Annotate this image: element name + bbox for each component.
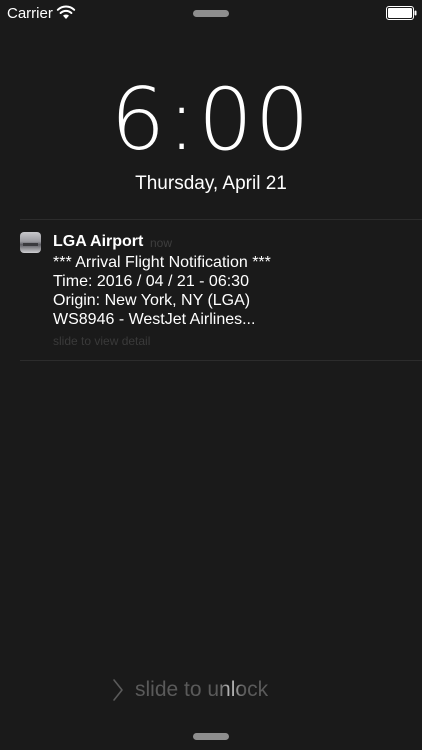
bottom-grabber-handle[interactable]: [193, 733, 229, 740]
carrier-label: Carrier: [7, 5, 53, 22]
notification-body: *** Arrival Flight Notification *** Time…: [53, 253, 271, 329]
lock-date: Thursday, April 21: [135, 173, 287, 194]
notification-divider-bottom: [20, 360, 422, 361]
app-icon-band: [23, 243, 38, 246]
top-grabber-handle[interactable]: [193, 10, 229, 17]
notification-hint: slide to view detail: [53, 334, 151, 348]
status-bar: Carrier: [0, 0, 422, 26]
notification-divider-top: [20, 219, 422, 220]
wifi-icon: [56, 5, 76, 19]
slide-to-unlock[interactable]: slide to unlock: [0, 676, 422, 706]
lock-clock: 6:00: [110, 70, 312, 170]
notification-line: WS8946 - WestJet Airlines...: [53, 311, 256, 328]
notification-time: now: [150, 236, 173, 250]
notification-line: Origin: New York, NY (LGA): [53, 292, 251, 309]
notification-line: Time: 2016 / 04 / 21 - 06:30: [53, 273, 249, 290]
notification-line: *** Arrival Flight Notification ***: [53, 254, 271, 271]
chevron-right-icon: [113, 679, 123, 701]
unlock-label: slide to unlock: [135, 676, 268, 704]
lock-screen: Carrier 6:00 Thursday, April 21 LGA Airp…: [0, 0, 422, 750]
airport-app-icon: [20, 232, 41, 253]
notification-app-name: LGA Airport: [53, 233, 144, 250]
battery-icon: [386, 6, 417, 20]
